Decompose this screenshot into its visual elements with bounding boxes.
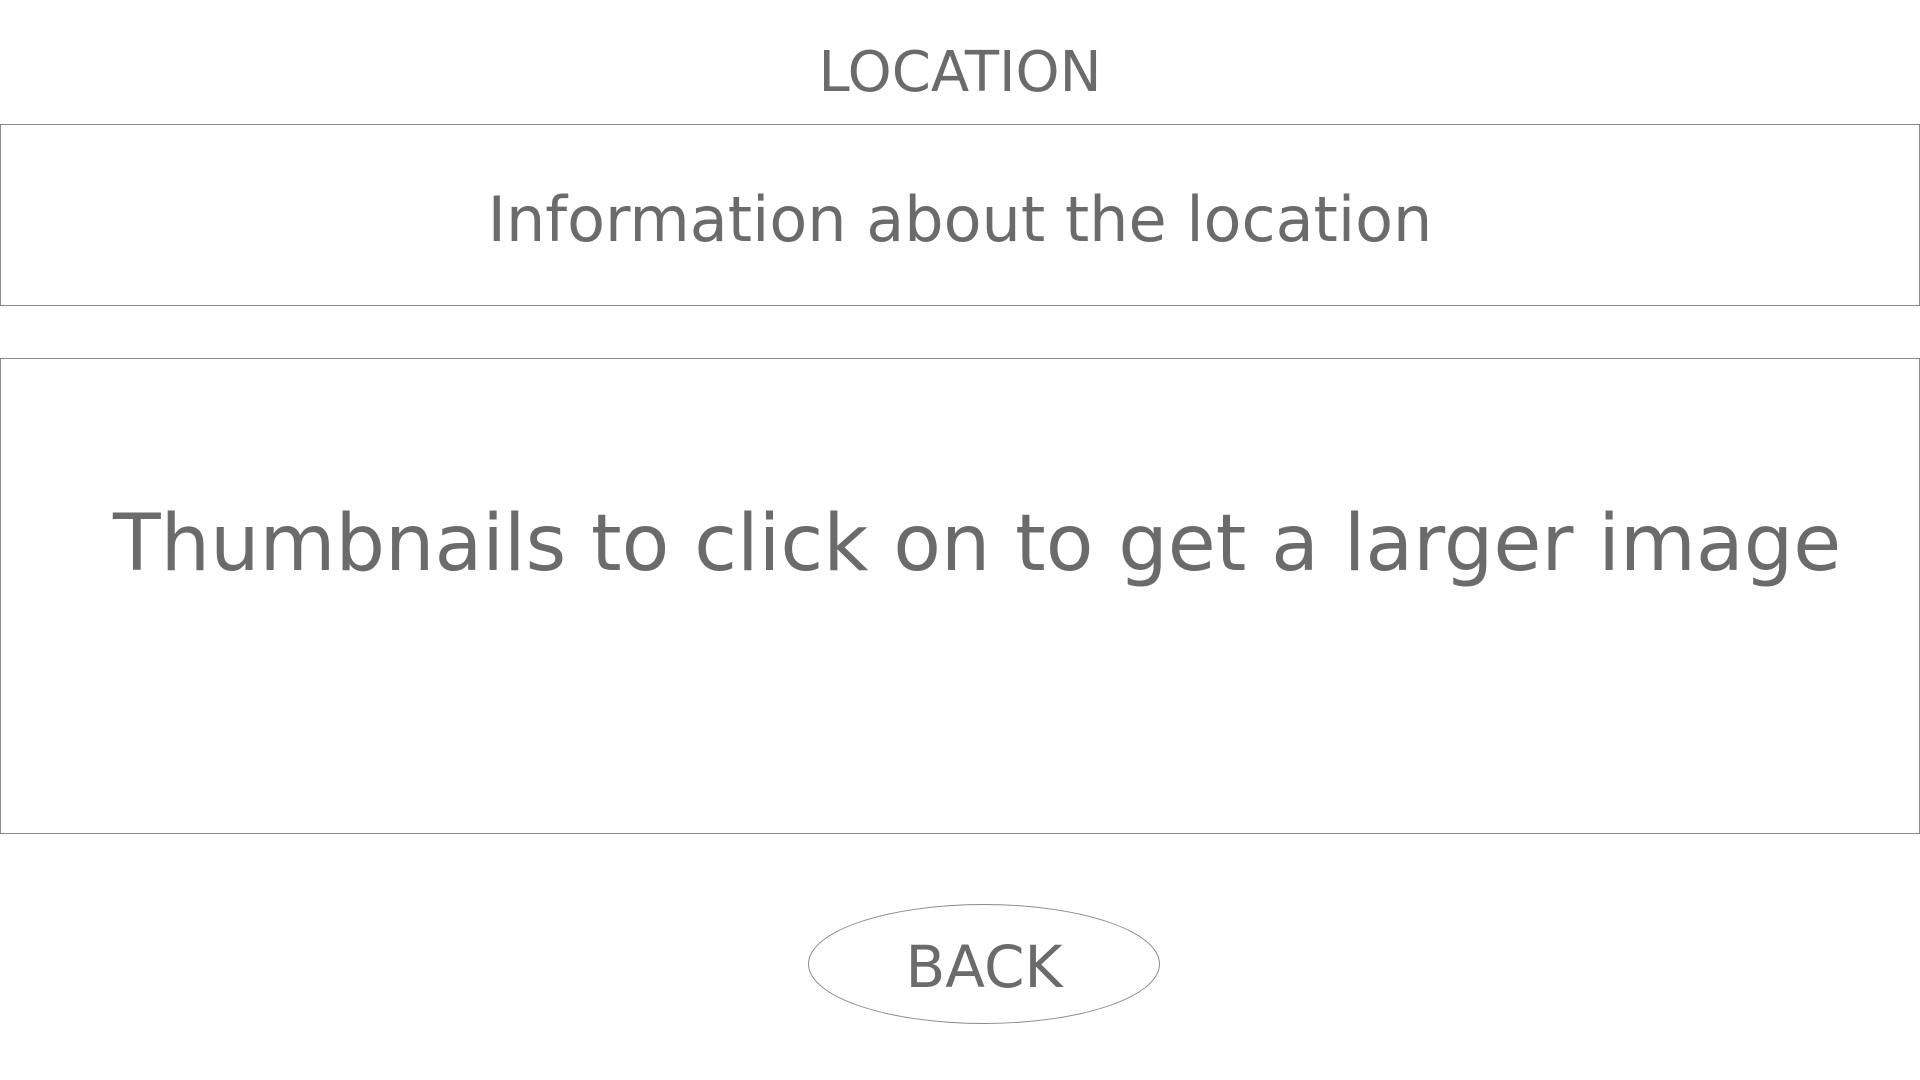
location-info-text: Information about the location bbox=[487, 182, 1433, 256]
page-title: LOCATION bbox=[818, 40, 1102, 105]
thumbnail-gallery-panel[interactable]: Thumbnails to click on to get a larger i… bbox=[0, 358, 1920, 834]
back-button-label: BACK bbox=[905, 933, 1063, 1001]
location-info-panel: Information about the location bbox=[0, 124, 1920, 306]
thumbnail-gallery-placeholder-text: Thumbnails to click on to get a larger i… bbox=[113, 499, 1842, 589]
back-button[interactable]: BACK bbox=[808, 904, 1160, 1024]
